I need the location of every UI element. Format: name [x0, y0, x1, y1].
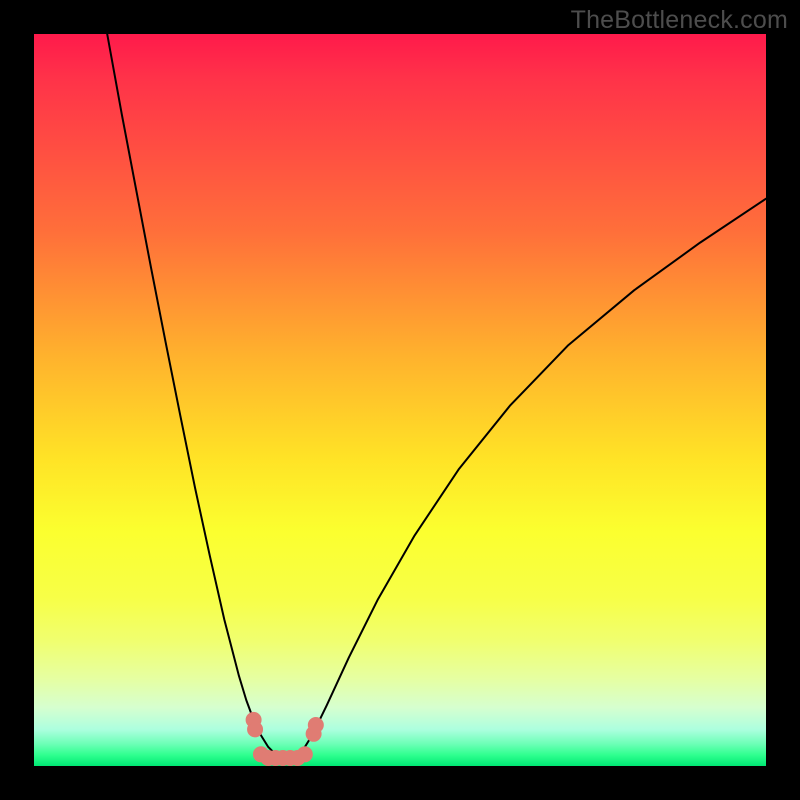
- plot-area: [34, 34, 766, 766]
- marker-group: [246, 712, 323, 765]
- bottleneck-curve: [107, 34, 766, 758]
- curve-marker: [248, 722, 263, 737]
- curve-marker: [297, 747, 312, 762]
- curve-marker: [308, 718, 323, 733]
- chart-frame: TheBottleneck.com: [0, 0, 800, 800]
- curve-svg: [34, 34, 766, 766]
- watermark-text: TheBottleneck.com: [571, 6, 788, 35]
